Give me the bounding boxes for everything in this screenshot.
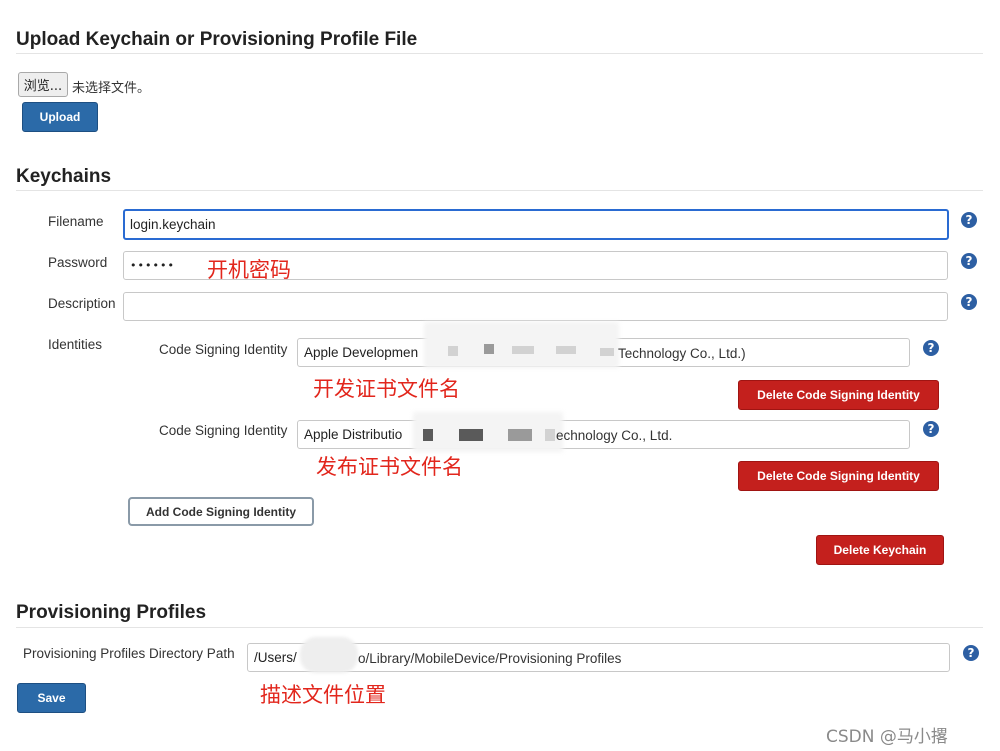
password-value: •••••• (130, 259, 175, 272)
filename-input[interactable]: login.keychain (123, 209, 949, 240)
redaction-pixel (600, 348, 614, 356)
delete-code-signing-identity-button[interactable]: Delete Code Signing Identity (738, 461, 939, 491)
description-label: Description (48, 296, 116, 311)
identities-label: Identities (48, 337, 103, 352)
code-signing-identity-label: Code Signing Identity (159, 423, 288, 438)
path-value-prefix: /Users/ (254, 650, 297, 665)
redaction-mask (413, 412, 563, 452)
keychains-section-title: Keychains (16, 166, 112, 187)
delete-code-signing-identity-button[interactable]: Delete Code Signing Identity (738, 380, 939, 410)
redaction-mask (424, 322, 619, 368)
identity-value-prefix: Apple Developmen (304, 345, 419, 360)
description-input[interactable] (123, 292, 948, 321)
filename-label: Filename (48, 214, 104, 229)
save-button[interactable]: Save (17, 683, 86, 713)
add-code-signing-identity-button[interactable]: Add Code Signing Identity (128, 497, 314, 526)
password-help-icon[interactable]: ? (961, 253, 977, 269)
no-file-text: 未选择文件。 (72, 81, 151, 96)
password-label: Password (48, 255, 108, 270)
browse-button[interactable]: 浏览... (18, 72, 68, 97)
redaction-pixel (448, 346, 458, 356)
path-annotation: 描述文件位置 (260, 683, 386, 707)
identity-value-prefix: Apple Distributio (304, 427, 403, 442)
section-divider (16, 627, 983, 628)
description-help-icon[interactable]: ? (961, 294, 977, 310)
watermark: CSDN @马小撂 (826, 727, 948, 747)
provisioning-path-label: Provisioning Profiles Directory Path (23, 646, 235, 661)
identity-value-suffix: echnology Co., Ltd. (556, 428, 673, 443)
provisioning-help-icon[interactable]: ? (963, 645, 979, 661)
redaction-pixel (512, 346, 534, 354)
identity-help-icon[interactable]: ? (923, 421, 939, 437)
upload-button[interactable]: Upload (22, 102, 98, 132)
identity-annotation: 开发证书文件名 (313, 377, 460, 401)
redaction-pixel (459, 429, 483, 441)
redaction-pixel (556, 346, 576, 354)
code-signing-identity-label: Code Signing Identity (159, 342, 288, 357)
delete-keychain-button[interactable]: Delete Keychain (816, 535, 944, 565)
redaction-pixel (484, 344, 494, 354)
section-divider (16, 190, 983, 191)
section-divider (16, 53, 983, 54)
identity-help-icon[interactable]: ? (923, 340, 939, 356)
identity-annotation: 发布证书文件名 (316, 455, 463, 479)
upload-section-title: Upload Keychain or Provisioning Profile … (16, 29, 418, 50)
filename-value: login.keychain (130, 217, 216, 232)
redaction-mask (300, 637, 358, 673)
filename-help-icon[interactable]: ? (961, 212, 977, 228)
redaction-pixel (545, 429, 555, 441)
redaction-pixel (423, 429, 433, 441)
identity-value-suffix: Technology Co., Ltd.) (618, 346, 746, 361)
path-value-suffix: o/Library/MobileDevice/Provisioning Prof… (358, 651, 622, 666)
provisioning-section-title: Provisioning Profiles (16, 602, 207, 623)
redaction-pixel (508, 429, 532, 441)
password-annotation: 开机密码 (207, 258, 291, 282)
